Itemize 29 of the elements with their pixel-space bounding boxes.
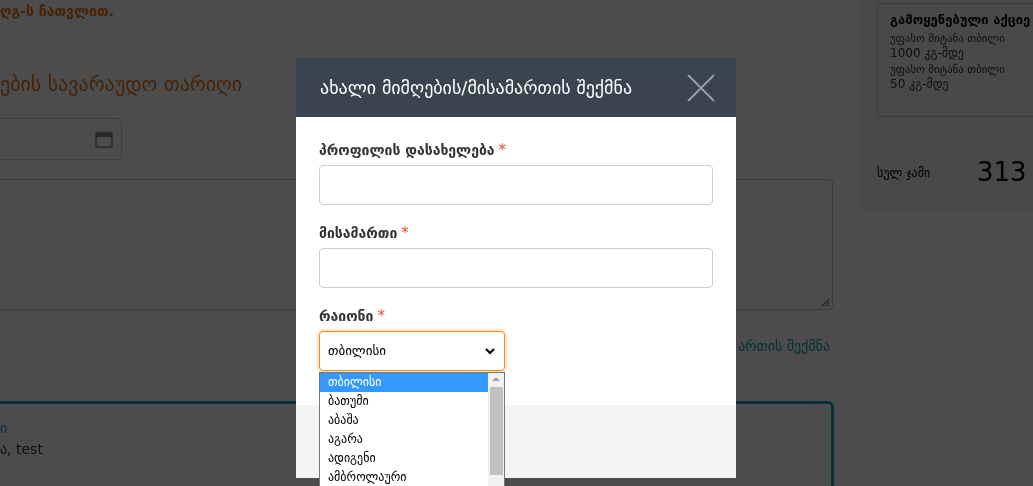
required-mark: * [401,225,409,241]
section-heading: ების სავარაუდო თარიღი [0,71,243,98]
promo-title: გამოყენებული აქციე [890,11,1032,29]
total-value: 313 [977,156,1027,189]
field-label: რაიონი [319,307,374,325]
field-label: მისამართი [319,224,398,242]
card-title: ი [0,419,8,438]
dropdown-option[interactable]: ამბროლაური [320,468,488,486]
field-label: პროფილის დასახელება [319,141,495,159]
promo-item-title: უფასო მიტანა თბილი [890,62,1006,77]
input-field[interactable] [319,165,713,205]
note-text: ღგ-ს ჩათვლით. [0,2,114,20]
dialog-title: ახალი მიმღების/მისამართის შექმნა [320,76,633,100]
scrollbar[interactable] [488,373,504,486]
dropdown-option[interactable]: აგარა [320,430,488,449]
card-address: ა, test [0,440,43,459]
total-label: სულ ჯამი [877,164,932,182]
dropdown-option[interactable]: ადიგენი [320,449,488,468]
district-select[interactable]: თბილისი [319,331,505,371]
required-mark: * [377,308,385,324]
close-icon[interactable] [686,72,716,103]
input-field[interactable] [319,248,713,288]
promo-item-detail: 50 კგ-მდე [890,76,950,92]
dropdown-option[interactable]: აბაშა [320,411,488,430]
required-mark: * [498,142,507,158]
promo-item-detail: 1000 კგ-მდე [890,45,965,61]
promo-item-title: უფასო მიტანა თბილი [890,31,1006,46]
chevron-down-icon [484,346,496,356]
dropdown-option[interactable]: ბათუმი [320,392,488,411]
